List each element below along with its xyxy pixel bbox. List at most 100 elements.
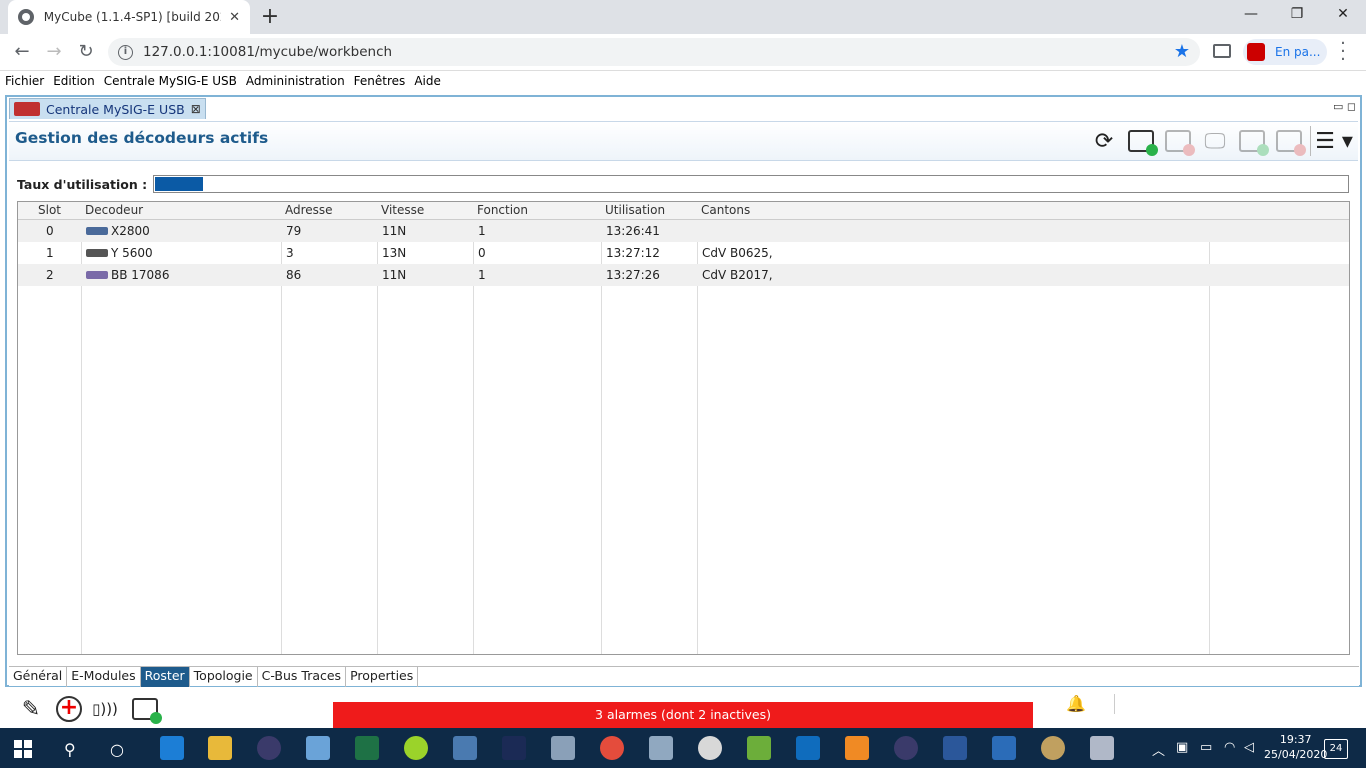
close-view-icon[interactable]: ⊠ (191, 102, 201, 116)
visio-icon[interactable] (992, 736, 1016, 760)
tab-e-modules[interactable]: E-Modules (67, 667, 141, 687)
task-view-icon[interactable]: ○ (110, 740, 124, 759)
col-utilisation[interactable]: Utilisation (605, 203, 665, 217)
monitor-app-icon[interactable] (649, 736, 673, 760)
power-on-device-icon[interactable] (1235, 126, 1269, 156)
network-app-icon[interactable] (453, 736, 477, 760)
eclipse-icon-2[interactable] (894, 736, 918, 760)
tab-properties[interactable]: Properties (346, 667, 419, 687)
profile-button[interactable]: En pa... (1243, 39, 1327, 65)
add-icon[interactable]: + (54, 694, 84, 724)
radio-device-icon[interactable]: ▯))) (90, 694, 120, 724)
forward-arrow-icon[interactable]: → (42, 41, 66, 63)
edit-device-icon[interactable]: ✎ (16, 694, 46, 724)
back-arrow-icon[interactable]: ← (10, 41, 34, 63)
globe-icon (18, 9, 34, 25)
tab-topologie[interactable]: Topologie (190, 667, 258, 687)
stop-device-icon[interactable] (1161, 126, 1195, 156)
alarm-banner[interactable]: 3 alarmes (dont 2 inactives) (333, 702, 1033, 728)
table-row[interactable]: 1 Y 5600 3 13N 0 13:27:12 CdV B0625, (18, 242, 1349, 264)
wifi-icon[interactable]: ◠ (1224, 740, 1235, 755)
notepad-icon[interactable] (747, 736, 771, 760)
panel-toolbar: ⟳ 🖵 ☰ ▾ (1084, 126, 1354, 156)
minimize-button[interactable]: — (1228, 0, 1274, 30)
cast-icon[interactable] (1213, 44, 1231, 58)
status-separator (1114, 694, 1115, 714)
col-vitesse[interactable]: Vitesse (381, 203, 424, 217)
browser-tabstrip: MyCube (1.1.4-SP1) [build 20200 ✕ + — ❐ … (0, 0, 1366, 34)
usage-row: Taux d'utilisation : (17, 175, 1350, 193)
more-menu-icon[interactable]: · · · (1338, 35, 1348, 69)
notification-center-icon[interactable]: 24 (1324, 739, 1348, 759)
volume-icon[interactable]: ◁ (1244, 740, 1254, 755)
tab-c-bus-traces[interactable]: C-Bus Traces (258, 667, 347, 687)
tools-icon[interactable] (551, 736, 575, 760)
info-icon[interactable]: i (118, 44, 133, 60)
col-decodeur[interactable]: Decodeur (85, 203, 143, 217)
windows-start-icon[interactable] (14, 740, 32, 758)
col-slot[interactable]: Slot (38, 203, 61, 217)
cell-utilisation: 13:27:26 (606, 268, 660, 282)
view-minmax-controls[interactable]: ▭ ◻ (1333, 100, 1356, 113)
table-row[interactable]: 2 BB 17086 86 11N 1 13:27:26 CdV B2017, (18, 264, 1349, 286)
file-explorer-icon[interactable] (208, 736, 232, 760)
cell-decodeur: X2800 (86, 224, 150, 238)
view-tab-centrale[interactable]: Centrale MySIG-E USB ⊠ (9, 98, 206, 119)
excel-icon[interactable] (355, 736, 379, 760)
pdf-app-icon[interactable] (845, 736, 869, 760)
eclipse-icon[interactable] (257, 736, 281, 760)
app-t-icon[interactable] (404, 736, 428, 760)
new-tab-button[interactable]: + (258, 4, 282, 29)
compass-icon[interactable] (698, 736, 722, 760)
menu-administration[interactable]: Admininistration (246, 72, 345, 92)
app-icon[interactable] (1090, 736, 1114, 760)
chevron-up-icon[interactable]: ︿ (1152, 740, 1165, 759)
browser-tab[interactable]: MyCube (1.1.4-SP1) [build 20200 ✕ (8, 0, 250, 34)
menu-edition[interactable]: Edition (53, 72, 95, 92)
menu-aide[interactable]: Aide (414, 72, 441, 92)
col-adresse[interactable]: Adresse (285, 203, 333, 217)
menu-fenetres[interactable]: Fenêtres (354, 72, 406, 92)
power-device-icon[interactable] (130, 694, 162, 724)
page-title: Gestion des décodeurs actifs (15, 129, 269, 147)
word-icon[interactable] (943, 736, 967, 760)
bookmark-star-icon[interactable]: ★ (1174, 41, 1190, 62)
start-device-icon[interactable] (1124, 126, 1158, 156)
decoder-name: Y 5600 (111, 246, 153, 260)
refresh-icon[interactable]: ⟳ (1087, 126, 1121, 156)
menu-centrale[interactable]: Centrale MySIG-E USB (104, 72, 237, 92)
locomotive-icon (86, 226, 108, 235)
reload-icon[interactable]: ↻ (74, 41, 98, 63)
col-fonction[interactable]: Fonction (477, 203, 528, 217)
battery-icon[interactable]: ▭ (1200, 740, 1212, 755)
paint-icon[interactable] (1041, 736, 1065, 760)
cell-vitesse: 11N (382, 268, 407, 282)
alarm-bell-icon[interactable]: 🔔 (1066, 694, 1086, 713)
photoshop-icon[interactable] (502, 736, 526, 760)
tab-roster[interactable]: Roster (140, 667, 190, 687)
chrome-icon[interactable] (600, 736, 624, 760)
outlook-icon[interactable] (796, 736, 820, 760)
cell-vitesse: 11N (382, 224, 407, 238)
menu-fichier[interactable]: Fichier (5, 72, 44, 92)
cell-utilisation: 13:26:41 (606, 224, 660, 238)
restore-button[interactable]: ❐ (1274, 0, 1320, 30)
clock-date: 25/04/2020 (1264, 748, 1328, 761)
table-row[interactable]: 0 X2800 79 11N 1 13:26:41 (18, 220, 1349, 242)
network-tray-icon[interactable]: ▣ (1176, 740, 1188, 755)
col-cantons[interactable]: Cantons (701, 203, 750, 217)
hamburger-menu-icon[interactable]: ☰ ▾ (1314, 126, 1354, 156)
usage-label: Taux d'utilisation : (17, 176, 148, 192)
search-icon[interactable]: ⚲ (64, 740, 76, 759)
tab-general[interactable]: Général (9, 667, 68, 687)
omnibox[interactable]: i 127.0.0.1:10081/mycube/workbench ★ (108, 38, 1200, 66)
toolbar-separator (1310, 126, 1311, 156)
taskbar-clock[interactable]: 19:37 25/04/2020 (1264, 732, 1327, 762)
edge-icon[interactable] (160, 736, 184, 760)
virtualbox-icon[interactable] (306, 736, 330, 760)
url-text[interactable]: 127.0.0.1:10081/mycube/workbench (143, 44, 392, 60)
close-tab-icon[interactable]: ✕ (229, 10, 240, 25)
power-off-device-icon[interactable] (1272, 126, 1306, 156)
monitor-icon[interactable]: 🖵 (1198, 126, 1232, 156)
close-window-button[interactable]: ✕ (1320, 0, 1366, 30)
